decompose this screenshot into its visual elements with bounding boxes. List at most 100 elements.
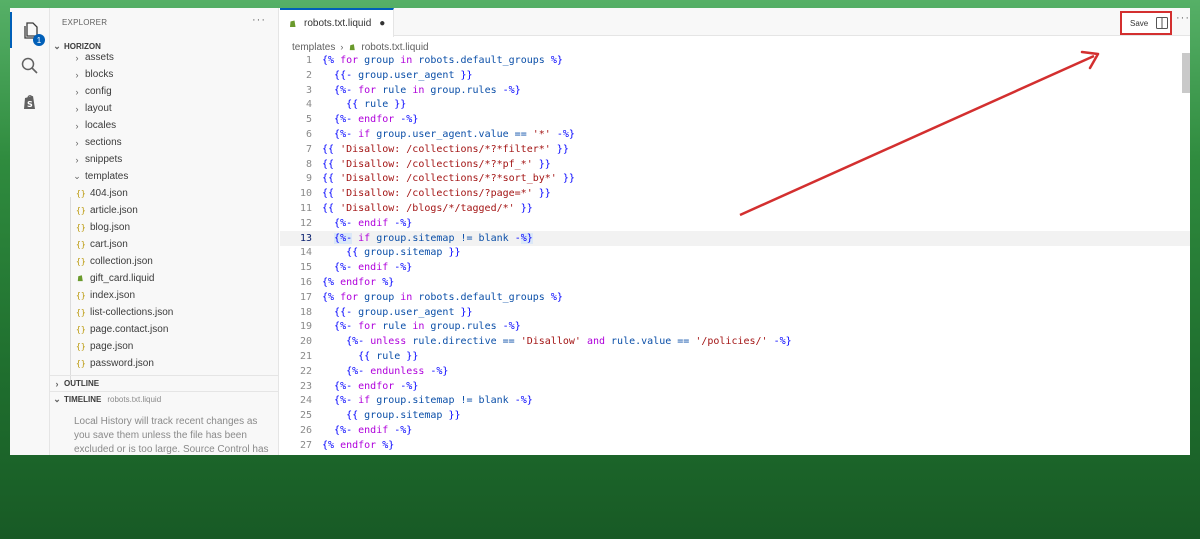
code-token: {{- (334, 306, 359, 318)
code-line[interactable]: 14 {{ group.sitemap }} (280, 245, 1190, 260)
file-item[interactable]: {} page.json (50, 338, 279, 355)
code-line[interactable]: 18 {{- group.user_agent }} (280, 305, 1190, 320)
file-item[interactable]: {} article.json (50, 202, 279, 219)
file-item[interactable]: {} page.contact.json (50, 321, 279, 338)
code-token: {%- (346, 336, 371, 348)
code-line[interactable]: 1 {% for group in robots.default_groups %… (280, 53, 1190, 68)
folder-layout[interactable]: › layout (50, 100, 279, 117)
explorer-badge: 1 (33, 34, 45, 46)
folder-blocks[interactable]: › blocks (50, 66, 279, 83)
code-token: {{ (346, 410, 365, 422)
explorer-more-button[interactable]: ··· (252, 14, 266, 26)
code-line[interactable]: 27 {% endfor %} (280, 438, 1190, 453)
breadcrumb-folder[interactable]: templates (292, 42, 335, 53)
code-token: group (358, 291, 401, 303)
tab-robots-txt[interactable]: robots.txt.liquid ● (280, 8, 394, 37)
code-line[interactable]: 3 {%- for rule in group.rules -%} (280, 83, 1190, 98)
code-line[interactable]: 19 {%- for rule in group.rules -%} (280, 319, 1190, 334)
tab-label: robots.txt.liquid (304, 18, 372, 29)
code-token: {{ (322, 143, 341, 155)
code-token: robots.default_groups (412, 291, 551, 303)
code-line[interactable]: 26 {%- endif -%} (280, 423, 1190, 438)
code-line[interactable]: 2 {{- group.user_agent }} (280, 68, 1190, 83)
file-item[interactable]: {} 404.json (50, 185, 279, 202)
code-line[interactable]: 16 {% endfor %} (280, 275, 1190, 290)
folder-sections[interactable]: › sections (50, 134, 279, 151)
outline-header[interactable]: › OUTLINE (50, 375, 279, 391)
tree-item-label: config (85, 86, 112, 97)
code-line[interactable]: 4 {{ rule }} (280, 97, 1190, 112)
folder-config[interactable]: › config (50, 83, 279, 100)
code-line[interactable]: 24 {%- if group.sitemap != blank -%} (280, 393, 1190, 408)
json-file-icon: {} (76, 342, 86, 351)
unsaved-dot[interactable]: ● (379, 18, 385, 29)
code-token: group.user_agent (358, 306, 455, 318)
folder-templates[interactable]: ⌄ templates (50, 168, 279, 185)
editor-more-button[interactable]: ··· (1176, 12, 1190, 24)
file-item[interactable]: {} cart.json (50, 236, 279, 253)
vertical-scrollbar[interactable] (1182, 53, 1190, 93)
code-line[interactable]: 9 {{ 'Disallow: /collections/*?*sort_by*'… (280, 171, 1190, 186)
shopify-button[interactable]: S (10, 84, 50, 120)
line-number: 11 (299, 203, 312, 214)
code-token: }} (388, 99, 407, 111)
code-token: 'Disallow: /collections/?page=*' (340, 188, 533, 200)
tree-item-label: assets (85, 52, 114, 63)
code-line[interactable]: 15 {%- endif -%} (280, 260, 1190, 275)
chevron-right-icon: › (55, 378, 59, 389)
code-line[interactable]: 13 {%- if group.sitemap != blank -%} (280, 230, 1190, 246)
code-line[interactable]: 7 {{ 'Disallow: /collections/*?*filter*' … (280, 142, 1190, 157)
code-token: group.rules (424, 84, 503, 96)
code-line[interactable]: 17 {% for group in robots.default_groups … (280, 290, 1190, 305)
code-token: {%- (334, 114, 359, 126)
explorer-button[interactable]: 1 (10, 12, 50, 48)
file-item[interactable]: {} blog.json (50, 219, 279, 236)
file-item[interactable]: {} list-collections.json (50, 304, 279, 321)
save-button[interactable]: Save (1120, 11, 1172, 35)
code-token: rule.directive == (406, 336, 521, 348)
code-line[interactable]: 11 {{ 'Disallow: /blogs/*/tagged/*' }} (280, 201, 1190, 216)
code-token: }} (400, 351, 419, 362)
folder-assets[interactable]: › assets (50, 49, 279, 66)
code-line[interactable]: 20 {%- unless rule.directive == 'Disallo… (280, 334, 1190, 349)
explorer-title: EXPLORER (62, 18, 108, 27)
split-editor-icon[interactable] (1156, 17, 1168, 29)
code-line[interactable]: 25 {{ group.sitemap }} (280, 408, 1190, 423)
breadcrumb-file[interactable]: robots.txt.liquid (361, 42, 428, 53)
file-item[interactable]: {} index.json (50, 287, 279, 304)
folder-locales[interactable]: › locales (50, 117, 279, 134)
file-item[interactable]: {} collection.json (50, 253, 279, 270)
code-token: endif (358, 217, 389, 229)
code-text: {%- for rule in group.rules -%} (322, 85, 521, 96)
code-line[interactable]: 22 {%- endunless -%} (280, 364, 1190, 379)
code-token: 'Disallow: /blogs/*/tagged/*' (340, 203, 515, 214)
code-line[interactable]: 23 {%- endfor -%} (280, 379, 1190, 394)
file-item[interactable]: {} password.json (50, 355, 279, 372)
timeline-file: robots.txt.liquid (107, 395, 162, 404)
code-text: {% for group in robots.default_groups %} (322, 292, 563, 303)
timeline-header[interactable]: ⌄ TIMELINE robots.txt.liquid (50, 391, 279, 407)
code-text: {{ 'Disallow: /collections/*?*filter*' }… (322, 144, 569, 155)
code-line[interactable]: 5 {%- endfor -%} (280, 112, 1190, 127)
code-line[interactable]: 12 {%- endif -%} (280, 216, 1190, 231)
code-line[interactable]: 8 {{ 'Disallow: /collections/*?*pf_*' }} (280, 157, 1190, 172)
code-token: {{ (322, 173, 341, 185)
file-item[interactable]: gift_card.liquid (50, 270, 279, 287)
code-token: -%} (514, 395, 533, 407)
explorer-sidebar: EXPLORER ··· ⌄ HORIZON › assets › blocks › co… (50, 8, 279, 455)
shopify-file-icon (350, 44, 356, 51)
chevron-right-icon: › (75, 120, 79, 131)
code-token: in (412, 321, 425, 333)
search-button[interactable] (10, 48, 50, 84)
code-line[interactable]: 10 {{ 'Disallow: /collections/?page=*' }} (280, 186, 1190, 201)
chevron-right-icon: › (340, 42, 344, 52)
folder-snippets[interactable]: › snippets (50, 151, 279, 168)
code-line[interactable]: 21 {{ rule }} (280, 349, 1190, 364)
code-line[interactable]: 6 {%- if group.user_agent.value == '*' -… (280, 127, 1190, 142)
tab-bar: robots.txt.liquid ● Save ··· (280, 8, 1190, 37)
